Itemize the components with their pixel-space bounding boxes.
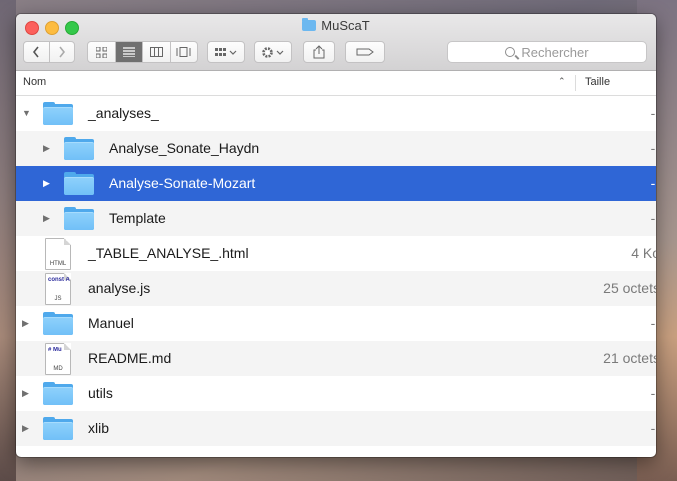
list-header: Nom ⌃ Taille <box>16 71 656 96</box>
disclosure-collapsed-icon[interactable]: ▶ <box>43 143 50 154</box>
forward-button[interactable] <box>50 42 75 62</box>
tag-icon <box>356 48 374 56</box>
folder-icon <box>43 382 73 405</box>
column-header-name[interactable]: Nom <box>23 76 46 88</box>
document-extension-label: HTML <box>49 261 67 267</box>
back-forward-control <box>23 41 75 63</box>
desktop-background-left <box>0 0 16 481</box>
disclosure-expanded-icon[interactable]: ▼ <box>22 108 31 118</box>
gallery-view-button[interactable] <box>171 42 198 62</box>
list-row[interactable]: ▶ Manuel -- <box>16 306 656 341</box>
list-row[interactable]: ▶ utils -- <box>16 376 656 411</box>
finder-window: MuScaT Rechercher Nom ⌃ Taille ▼ _analys… <box>16 14 656 457</box>
search-placeholder: Rechercher <box>521 44 589 60</box>
file-size: -- <box>650 140 656 156</box>
list-view-button[interactable] <box>115 42 143 62</box>
disclosure-collapsed-icon[interactable]: ▶ <box>22 318 29 329</box>
columns-icon <box>149 47 163 57</box>
disclosure-collapsed-icon[interactable]: ▶ <box>22 423 29 434</box>
list-row[interactable]: HTML _TABLE_ANALYSE_.html 4 Ko <box>16 236 656 271</box>
file-size: -- <box>650 315 656 331</box>
document-preview-text: # Mu <box>48 347 62 353</box>
file-name: Manuel <box>88 315 134 331</box>
window-title-text: MuScaT <box>321 18 370 33</box>
gear-dropdown-icon <box>262 46 284 58</box>
list-row[interactable]: ▶ Analyse-Sonate-Mozart -- <box>16 166 656 201</box>
file-name: README.md <box>88 350 172 366</box>
file-size: -- <box>650 385 656 401</box>
file-name: Analyse_Sonate_Haydn <box>109 140 260 156</box>
file-name: Template <box>109 210 166 226</box>
action-menu-button[interactable] <box>254 41 292 63</box>
grid-icon <box>95 46 107 58</box>
disclosure-collapsed-icon[interactable]: ▶ <box>43 178 50 189</box>
disclosure-collapsed-icon[interactable]: ▶ <box>43 213 50 224</box>
column-separator[interactable] <box>575 75 576 91</box>
file-name: _TABLE_ANALYSE_.html <box>88 245 249 261</box>
chevron-right-icon <box>59 46 65 58</box>
folder-icon <box>64 207 94 230</box>
window-title: MuScaT <box>16 18 656 33</box>
group-by-button[interactable] <box>207 41 245 63</box>
file-name: _analyses_ <box>88 105 159 121</box>
folder-icon <box>43 312 73 335</box>
list-row[interactable]: ▶ Template -- <box>16 201 656 236</box>
list-row[interactable]: ▼ _analyses_ -- <box>16 96 656 131</box>
tags-button[interactable] <box>345 41 385 63</box>
folder-icon <box>64 137 94 160</box>
list-row[interactable]: # Mu MD README.md 21 octets <box>16 341 656 376</box>
file-list: ▼ _analyses_ -- ▶ Analyse_Sonate_Haydn -- ▶ Ana… <box>16 96 656 446</box>
chevron-left-icon <box>33 46 39 58</box>
document-icon: const A JS <box>45 273 71 305</box>
document-icon: HTML <box>45 238 71 270</box>
document-extension-label: JS <box>54 296 62 302</box>
document-preview-text: const A <box>48 277 70 283</box>
group-grid-dropdown-icon <box>215 48 237 56</box>
sort-ascending-icon: ⌃ <box>558 76 566 86</box>
file-size: 4 Ko <box>631 245 656 261</box>
file-name: utils <box>88 385 113 401</box>
document-extension-label: MD <box>53 366 63 372</box>
file-size: -- <box>650 210 656 226</box>
back-button[interactable] <box>24 42 50 62</box>
list-row[interactable]: ▶ xlib -- <box>16 411 656 446</box>
list-icon <box>122 47 135 57</box>
file-size: -- <box>650 105 656 121</box>
search-field[interactable]: Rechercher <box>447 41 647 63</box>
file-name: analyse.js <box>88 280 151 296</box>
folder-icon <box>43 417 73 440</box>
share-icon <box>313 45 325 59</box>
file-name: Analyse-Sonate-Mozart <box>109 175 256 191</box>
gallery-icon <box>176 47 191 57</box>
list-row[interactable]: ▶ Analyse_Sonate_Haydn -- <box>16 131 656 166</box>
share-button[interactable] <box>303 41 335 63</box>
document-icon: # Mu MD <box>45 343 71 375</box>
toolbar: MuScaT Rechercher <box>16 14 656 71</box>
folder-icon <box>64 172 94 195</box>
folder-icon <box>43 102 73 125</box>
file-name: xlib <box>88 420 110 436</box>
disclosure-collapsed-icon[interactable]: ▶ <box>22 388 29 399</box>
file-size: 21 octets <box>603 350 656 366</box>
search-icon <box>505 47 516 57</box>
folder-icon <box>302 18 317 31</box>
column-header-size[interactable]: Taille <box>585 76 610 88</box>
view-mode-control <box>87 41 198 63</box>
column-view-button[interactable] <box>143 42 171 62</box>
list-row[interactable]: const A JS analyse.js 25 octets <box>16 271 656 306</box>
icon-view-button[interactable] <box>88 42 116 62</box>
file-size: -- <box>650 175 656 191</box>
file-size: 25 octets <box>603 280 656 296</box>
file-size: -- <box>650 420 656 436</box>
